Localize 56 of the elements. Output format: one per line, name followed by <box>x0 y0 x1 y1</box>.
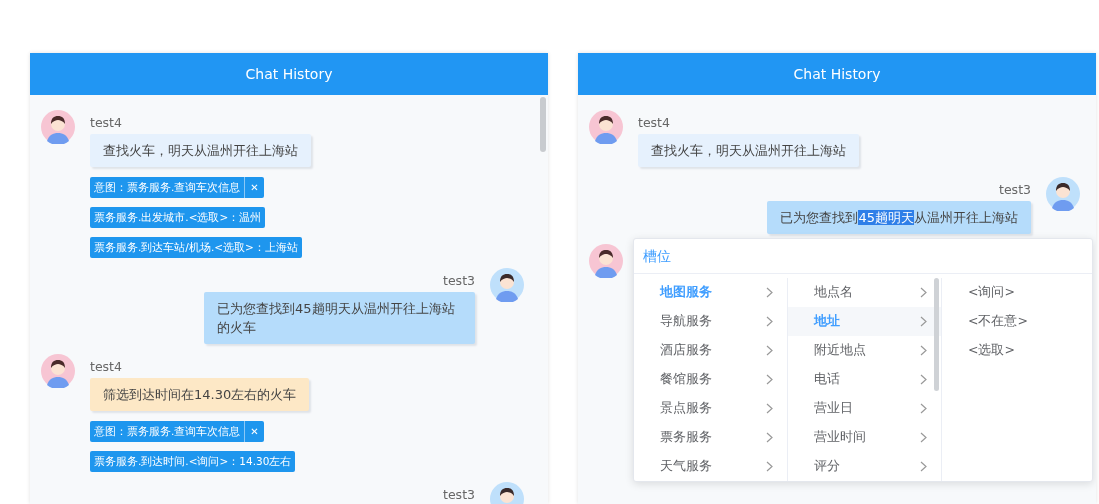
menu-item[interactable]: <不在意> <box>942 307 1092 336</box>
menu-item[interactable]: <询问> <box>942 278 1092 307</box>
username: test3 <box>999 181 1031 199</box>
chevron-icon <box>766 345 773 356</box>
chevron-icon <box>766 432 773 443</box>
message-bubble: 筛选到达时间在14.30左右的火车 <box>90 378 310 411</box>
chevron-icon <box>766 374 773 385</box>
chevron-icon <box>920 403 927 414</box>
menu-item[interactable]: 导航服务 <box>634 307 787 336</box>
chevron-icon <box>920 461 927 472</box>
chevron-icon <box>766 316 773 327</box>
tag-label: 意图：票务服务.查询车次信息 <box>93 180 242 195</box>
avatar-icon <box>589 244 623 278</box>
menu-item[interactable]: 餐馆服务 <box>634 365 787 394</box>
username: test4 <box>638 114 670 132</box>
menu-item[interactable]: 电话 <box>788 365 941 394</box>
menu-item[interactable]: 票务服务 <box>634 423 787 452</box>
message-bubble: 查找火车，明天从温州开往上海站 <box>90 134 311 167</box>
panel-header: Chat History <box>578 53 1096 95</box>
scrollbar[interactable] <box>540 97 546 152</box>
menu-item[interactable]: 评分 <box>788 452 941 481</box>
chevron-icon <box>766 403 773 414</box>
menu-item[interactable]: 营业日 <box>788 394 941 423</box>
tag-label: 意图：票务服务.查询车次信息 <box>93 424 242 439</box>
avatar-icon <box>490 268 524 302</box>
slot-tag: 票务服务.到达时间.<询问>：14.30左右 <box>90 451 296 472</box>
menu-item[interactable]: 营业时间 <box>788 423 941 452</box>
slot-tag: 票务服务.到达车站/机场.<选取>：上海站 <box>90 237 302 258</box>
avatar-icon <box>41 110 75 144</box>
slot-tag: 票务服务.出发城市.<选取>：温州 <box>90 207 266 228</box>
menu-item[interactable]: 景点服务 <box>634 394 787 423</box>
chevron-icon <box>766 461 773 472</box>
username: test4 <box>90 114 122 132</box>
menu-item[interactable]: 酒店服务 <box>634 336 787 365</box>
popup-title: 槽位 <box>634 239 1092 274</box>
message-bubble: 已为您查找到45趟明天从温州开往上海站的火车 <box>204 292 475 344</box>
avatar-icon <box>589 110 623 144</box>
avatar-icon <box>1046 177 1080 211</box>
chevron-icon <box>920 316 927 327</box>
panel-header: Chat History <box>30 53 548 95</box>
username: test3 <box>443 486 475 504</box>
menu-item[interactable]: 地点名 <box>788 278 941 307</box>
message-bubble: 已为您查找到45趟明天从温州开往上海站 <box>767 201 1031 234</box>
chevron-icon <box>766 287 773 298</box>
message-bubble: 查找火车，明天从温州开往上海站 <box>638 134 859 167</box>
chevron-icon <box>920 374 927 385</box>
menu-item[interactable]: <选取> <box>942 336 1092 365</box>
scrollbar[interactable] <box>934 278 939 391</box>
chevron-icon <box>920 345 927 356</box>
menu-item[interactable]: 天气服务 <box>634 452 787 481</box>
chevron-icon <box>920 287 927 298</box>
username: test3 <box>443 272 475 290</box>
avatar-icon <box>41 354 75 388</box>
username: test4 <box>90 358 122 376</box>
chevron-icon <box>920 432 927 443</box>
menu-item[interactable]: 附近地点 <box>788 336 941 365</box>
